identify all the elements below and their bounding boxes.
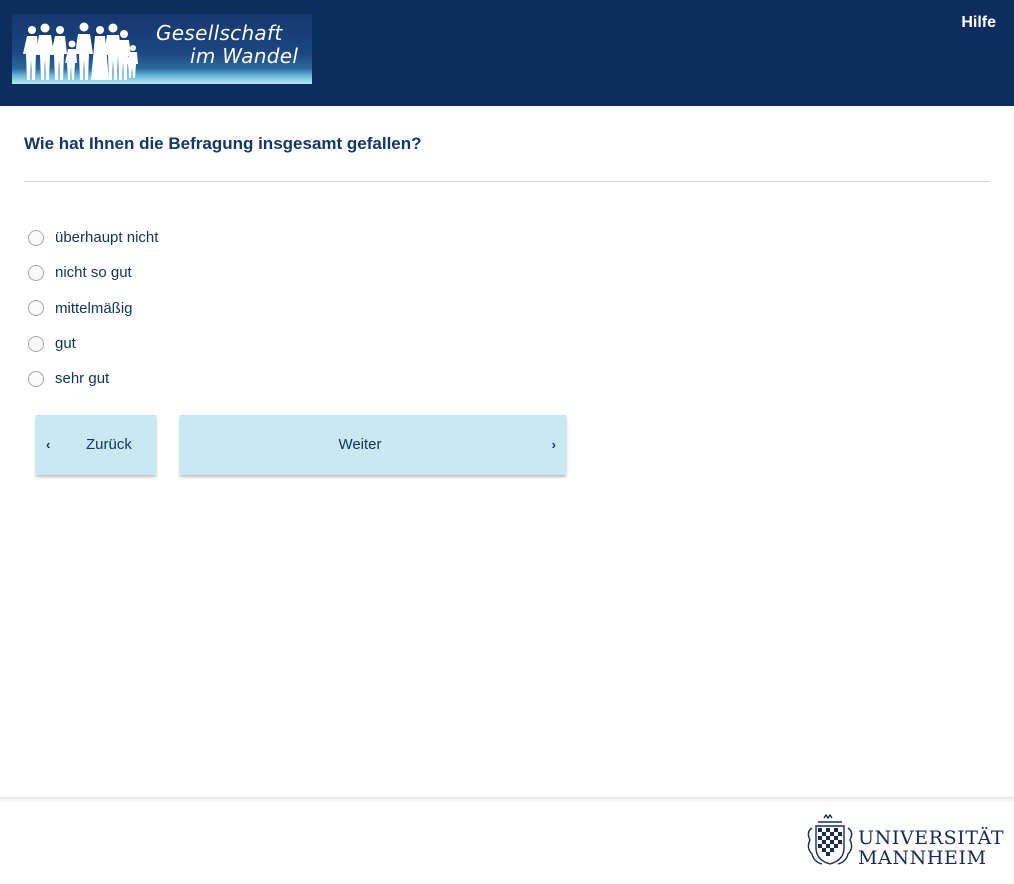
divider — [24, 181, 990, 182]
option-label[interactable]: nicht so gut — [55, 264, 132, 281]
option-label[interactable]: sehr gut — [55, 370, 109, 387]
answer-options: überhaupt nicht nicht so gut mittelmäßig… — [28, 220, 158, 396]
option-label[interactable]: gut — [55, 335, 76, 352]
radio-button[interactable] — [28, 370, 44, 387]
university-mannheim-logo: UNIVERSITÄT MANNHEIM — [804, 814, 1009, 876]
radio-button[interactable] — [28, 264, 44, 281]
university-name-line2: MANNHEIM — [858, 847, 987, 869]
option-ueberhaupt-nicht[interactable]: überhaupt nicht — [28, 220, 158, 255]
option-nicht-so-gut[interactable]: nicht so gut — [28, 255, 158, 290]
logo-text-line1: Gesellschaft — [156, 21, 283, 45]
next-button[interactable]: Weiter › — [180, 415, 566, 475]
option-sehr-gut[interactable]: sehr gut — [28, 361, 158, 396]
back-button-label: Zurück — [86, 436, 132, 453]
university-name-line1: UNIVERSITÄT — [858, 827, 1005, 849]
option-gut[interactable]: gut — [28, 326, 158, 361]
radio-button[interactable] — [28, 335, 44, 352]
next-button-label: Weiter — [338, 436, 382, 453]
chevron-right-icon: › — [551, 437, 556, 452]
logo-text-line2: im Wandel — [190, 44, 299, 68]
option-mittelmaessig[interactable]: mittelmäßig — [28, 291, 158, 326]
radio-button[interactable] — [28, 300, 44, 317]
radio-button[interactable] — [28, 229, 44, 246]
university-seal-icon — [807, 814, 853, 865]
option-label[interactable]: überhaupt nicht — [55, 229, 158, 246]
question-text: Wie hat Ihnen die Befragung insgesamt ge… — [24, 134, 422, 153]
chevron-left-icon: ‹ — [46, 437, 51, 452]
gesellschaft-im-wandel-logo: Gesellschaft im Wandel — [12, 14, 312, 84]
survey-page: Gesellschaft im Wandel Hilfe Wie hat Ihn… — [0, 0, 1014, 884]
university-name: UNIVERSITÄT MANNHEIM — [858, 828, 1004, 868]
option-label[interactable]: mittelmäßig — [55, 300, 133, 317]
logo-wordmark: Gesellschaft im Wandel — [156, 22, 306, 68]
back-button[interactable]: ‹ Zurück — [36, 415, 156, 475]
help-link[interactable]: Hilfe — [961, 14, 996, 32]
header-bar: Gesellschaft im Wandel Hilfe — [0, 0, 1014, 106]
footer-divider — [0, 797, 1014, 803]
